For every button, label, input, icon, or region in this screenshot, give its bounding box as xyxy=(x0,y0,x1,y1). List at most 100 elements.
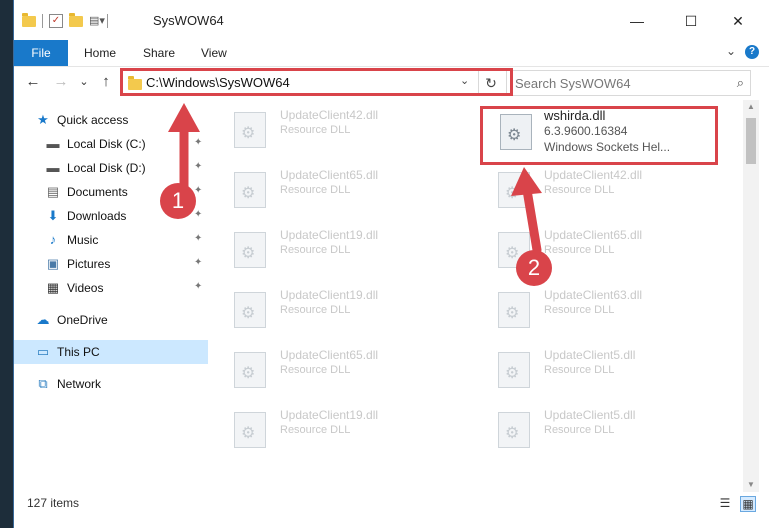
sidebar-item-label: This PC xyxy=(57,345,100,359)
navigation-pane: ★ Quick access ▬ Local Disk (C:) ✦ ▬ Local Dis… xyxy=(14,100,208,492)
forward-button[interactable]: → xyxy=(51,72,71,92)
dll-file-icon xyxy=(498,352,530,388)
sidebar-item-label: Pictures xyxy=(67,257,111,271)
scroll-up-icon[interactable]: ▲ xyxy=(743,100,759,114)
dll-file-icon xyxy=(498,292,530,328)
dll-file-icon xyxy=(234,412,266,448)
file-description: Resource DLL xyxy=(544,244,615,256)
details-view-icon[interactable]: ☰ xyxy=(718,496,732,510)
pin-icon: ✦ xyxy=(194,209,203,220)
sidebar-item-pictures[interactable]: ▣ Pictures ✦ xyxy=(14,252,208,276)
file-name: UpdateClient42.dll xyxy=(280,108,379,122)
videos-icon: ▦ xyxy=(46,280,60,295)
computer-icon: ▭ xyxy=(36,344,50,359)
file-description: Resource DLL xyxy=(544,364,615,376)
tab-share[interactable]: Share xyxy=(143,40,175,66)
sidebar-item-label: Quick access xyxy=(57,113,129,127)
title-bar: ✓ ▤▾ SysWOW64 — ☐ ✕ xyxy=(14,0,769,40)
file-item[interactable]: UpdateClient19.dll Resource DLL xyxy=(210,224,440,270)
file-item[interactable]: UpdateClient65.dll Resource DLL xyxy=(474,224,704,270)
status-bar: 127 items ☰ ▦ xyxy=(14,492,769,516)
dll-file-icon xyxy=(498,412,530,448)
dll-file-icon xyxy=(234,172,266,208)
file-name: UpdateClient19.dll xyxy=(280,228,379,242)
address-highlight-box xyxy=(120,68,513,96)
file-item[interactable]: UpdateClient42.dll Resource DLL xyxy=(210,104,440,150)
vertical-scrollbar[interactable]: ▲ ▼ xyxy=(743,100,759,492)
file-item[interactable]: UpdateClient65.dll Resource DLL xyxy=(210,344,440,390)
large-icons-view-icon[interactable]: ▦ xyxy=(740,496,756,512)
ribbon: File Home Share View ⌄ ? xyxy=(14,40,769,67)
sidebar-item-network[interactable]: ⧉ Network xyxy=(14,372,208,396)
search-input[interactable]: Search SysWOW64 xyxy=(515,76,631,91)
sidebar-item-this-pc[interactable]: ▭ This PC xyxy=(14,340,208,364)
file-name: UpdateClient63.dll xyxy=(544,288,643,302)
sidebar-item-label: Local Disk (C:) xyxy=(67,137,146,151)
sidebar-item-music[interactable]: ♪ Music ✦ xyxy=(14,228,208,252)
sidebar-item-videos[interactable]: ▦ Videos ✦ xyxy=(14,276,208,300)
customize-toolbar-icon[interactable]: ▤▾ xyxy=(89,15,105,27)
folder-icon[interactable] xyxy=(22,12,36,27)
file-description: Resource DLL xyxy=(280,244,351,256)
file-description: Resource DLL xyxy=(280,304,351,316)
sidebar-item-onedrive[interactable]: ☁ OneDrive xyxy=(14,308,208,332)
file-highlight-box xyxy=(480,106,718,165)
pin-icon: ✦ xyxy=(194,161,203,172)
pin-icon: ✦ xyxy=(194,281,203,292)
file-name: UpdateClient65.dll xyxy=(280,348,379,362)
minimize-button[interactable]: — xyxy=(617,10,657,32)
file-name: UpdateClient19.dll xyxy=(280,408,379,422)
file-item[interactable]: UpdateClient5.dll Resource DLL xyxy=(474,344,704,390)
file-description: Resource DLL xyxy=(544,304,615,316)
file-name: UpdateClient42.dll xyxy=(544,168,643,182)
recent-locations-button[interactable]: ⌄ xyxy=(74,72,94,92)
file-name: UpdateClient65.dll xyxy=(544,228,643,242)
tab-view[interactable]: View xyxy=(201,40,227,66)
drive-icon: ▬ xyxy=(46,160,60,175)
tab-file[interactable]: File xyxy=(14,40,68,66)
chevron-down-icon[interactable]: ⌄ xyxy=(726,44,736,58)
new-folder-icon[interactable] xyxy=(69,12,83,27)
file-item[interactable]: UpdateClient65.dll Resource DLL xyxy=(210,164,440,210)
dll-file-icon xyxy=(498,172,530,208)
sidebar-item-quick-access[interactable]: ★ Quick access xyxy=(14,108,208,132)
dll-file-icon xyxy=(234,292,266,328)
file-description: Resource DLL xyxy=(544,184,615,196)
file-item[interactable]: UpdateClient19.dll Resource DLL xyxy=(210,404,440,450)
sidebar-item-label: Documents xyxy=(67,185,128,199)
sidebar-item-label: Local Disk (D:) xyxy=(67,161,146,175)
file-name: UpdateClient19.dll xyxy=(280,288,379,302)
file-item[interactable]: UpdateClient42.dll Resource DLL xyxy=(474,164,704,210)
search-box[interactable]: Search SysWOW64 ⌕ xyxy=(506,70,751,96)
file-description: Resource DLL xyxy=(280,184,351,196)
pin-icon: ✦ xyxy=(194,257,203,268)
help-icon[interactable]: ? xyxy=(745,45,759,59)
properties-check-icon[interactable]: ✓ xyxy=(49,14,63,28)
drive-icon: ▬ xyxy=(46,136,60,151)
file-name: UpdateClient65.dll xyxy=(280,168,379,182)
scrollbar-thumb[interactable] xyxy=(746,118,756,164)
music-icon: ♪ xyxy=(49,232,57,247)
sidebar-item-label: Network xyxy=(57,377,102,391)
file-description: Resource DLL xyxy=(280,364,351,376)
tab-home[interactable]: Home xyxy=(84,40,116,66)
search-icon: ⌕ xyxy=(736,75,744,90)
scroll-down-icon[interactable]: ▼ xyxy=(743,478,759,492)
pin-icon: ✦ xyxy=(194,233,203,244)
dll-file-icon xyxy=(234,232,266,268)
back-button[interactable]: ← xyxy=(23,72,43,92)
file-item[interactable]: UpdateClient19.dll Resource DLL xyxy=(210,284,440,330)
window-title: SysWOW64 xyxy=(153,13,224,28)
documents-icon: ▤ xyxy=(46,184,60,199)
maximize-button[interactable]: ☐ xyxy=(671,10,711,32)
sidebar-item-local-disk-c[interactable]: ▬ Local Disk (C:) ✦ xyxy=(14,132,208,156)
file-name: UpdateClient5.dll xyxy=(544,348,636,362)
sidebar-item-local-disk-d[interactable]: ▬ Local Disk (D:) ✦ xyxy=(14,156,208,180)
close-button[interactable]: ✕ xyxy=(718,10,758,32)
explorer-window: ✓ ▤▾ SysWOW64 — ☐ ✕ File Home Share View… xyxy=(14,0,769,528)
step-1-badge: 1 xyxy=(160,183,196,219)
up-button[interactable]: ↑ xyxy=(96,72,116,92)
dll-file-icon xyxy=(234,112,266,148)
file-item[interactable]: UpdateClient63.dll Resource DLL xyxy=(474,284,704,330)
file-item[interactable]: UpdateClient5.dll Resource DLL xyxy=(474,404,704,450)
